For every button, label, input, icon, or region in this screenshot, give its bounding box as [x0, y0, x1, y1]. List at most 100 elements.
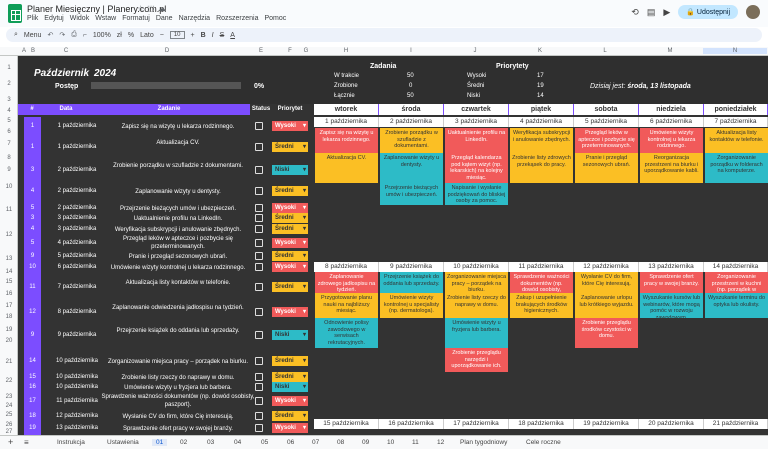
- calendar-task[interactable]: Zaplanowanie zdrowego jadłospisu na tydz…: [315, 272, 378, 293]
- font-size-input[interactable]: 10: [169, 31, 185, 39]
- row-header[interactable]: 3: [0, 97, 18, 103]
- col-header[interactable]: B: [31, 48, 35, 54]
- move-icon[interactable]: ⬚: [147, 4, 158, 13]
- calendar-task[interactable]: Napisanie i wysłanie podziękowań do blis…: [445, 183, 508, 205]
- calendar-task[interactable]: Zaplanowanie wizyty u dentysty.: [380, 153, 443, 183]
- task-text[interactable]: Wysłanie CV do firm, które Cię interesuj…: [98, 413, 258, 421]
- calendar-task[interactable]: Wyszukanie kursów lub webinarów, które m…: [640, 293, 703, 318]
- calendar-task[interactable]: Aktualizacja CV.: [315, 153, 378, 183]
- bold-icon[interactable]: B: [201, 32, 206, 39]
- menu-help[interactable]: Pomoc: [265, 15, 287, 22]
- col-header[interactable]: J: [474, 48, 477, 54]
- all-sheets-icon[interactable]: ≡: [24, 438, 29, 447]
- task-text[interactable]: Przegląd leków w apteczce i pozbycie się…: [98, 235, 258, 251]
- undo-icon[interactable]: ↶: [47, 31, 53, 39]
- task-text[interactable]: Zaplanowanie odwiedzenia jadłospisu na t…: [98, 304, 258, 312]
- calendar-task[interactable]: Zapisz się na wizytę u lekarza rodzinneg…: [315, 128, 378, 153]
- calendar-task[interactable]: Zrobienie porządku w szufladzie z dokume…: [380, 128, 443, 153]
- task-text[interactable]: Sprawdzenie ofert pracy w swojej branży.: [98, 425, 258, 433]
- task-text[interactable]: Aktualizacja listy kontaktów w telefonie…: [98, 279, 258, 287]
- priority-dropdown[interactable]: Niski ▾: [272, 330, 308, 340]
- status-checkbox[interactable]: [255, 166, 263, 174]
- status-checkbox[interactable]: [255, 225, 263, 233]
- task-text[interactable]: Zaplanowanie wizyty u dentysty.: [98, 188, 258, 196]
- status-checkbox[interactable]: [255, 283, 263, 291]
- row-header[interactable]: 2: [0, 81, 18, 87]
- tab-plan-tygodniowy[interactable]: Plan tygodniowy: [460, 439, 507, 446]
- tab-11[interactable]: 11: [412, 439, 419, 446]
- cloud-icon[interactable]: ☁: [158, 4, 169, 13]
- row-header[interactable]: 24: [0, 403, 18, 409]
- calendar-task[interactable]: Sprawdzenie ważności dokumentów (np. dow…: [510, 272, 573, 293]
- priority-dropdown[interactable]: Wysoki ▾: [272, 396, 308, 406]
- row-header[interactable]: 18: [0, 314, 18, 320]
- row-header[interactable]: 25: [0, 412, 18, 418]
- task-text[interactable]: Zorganizowanie miejsca pracy – porządek …: [98, 358, 258, 366]
- status-checkbox[interactable]: [255, 239, 263, 247]
- row-header[interactable]: 13: [0, 256, 18, 262]
- status-checkbox[interactable]: [255, 143, 263, 151]
- task-text[interactable]: Umówienie wizyty u fryzjera lub barbera.: [98, 384, 258, 392]
- menu-format[interactable]: Formatuj: [122, 15, 150, 22]
- row-header[interactable]: 21: [0, 359, 18, 365]
- task-text[interactable]: Przejrzenie książek do oddania lub sprze…: [98, 327, 258, 335]
- priority-dropdown[interactable]: Średni ▾: [272, 186, 308, 196]
- priority-dropdown[interactable]: Średni ▾: [272, 142, 308, 152]
- tab-04[interactable]: 04: [234, 439, 241, 446]
- history-icon[interactable]: ⟲: [631, 7, 639, 18]
- task-text[interactable]: Weryfikacja subskrypcji i anulowanie zbę…: [98, 226, 258, 234]
- row-header[interactable]: 19: [0, 327, 18, 333]
- currency-button[interactable]: zł: [117, 32, 122, 39]
- col-header[interactable]: F: [288, 48, 292, 54]
- row-header[interactable]: 8: [0, 155, 18, 161]
- calendar-task[interactable]: Przegląd kalendarza pod kątem wizyt (np.…: [445, 153, 508, 183]
- tab-ustawienia[interactable]: Ustawienia: [107, 439, 139, 446]
- calendar-task[interactable]: Zorganizowanie miejsca pracy – porządek …: [445, 272, 508, 293]
- task-text[interactable]: Umówienie wizyty kontrolnej u lekarza ro…: [98, 264, 258, 272]
- menu-tools[interactable]: Narzędzia: [179, 15, 211, 22]
- row-header[interactable]: 6: [0, 129, 18, 135]
- menu-file[interactable]: Plik: [27, 15, 38, 22]
- tab-12[interactable]: 12: [437, 439, 444, 446]
- priority-dropdown[interactable]: Wysoki ▾: [272, 307, 308, 317]
- status-checkbox[interactable]: [255, 331, 263, 339]
- row-header[interactable]: 14: [0, 269, 18, 275]
- status-checkbox[interactable]: [255, 308, 263, 316]
- row-header[interactable]: 16: [0, 291, 18, 297]
- col-header[interactable]: E: [259, 48, 263, 54]
- status-checkbox[interactable]: [255, 262, 263, 271]
- calendar-task[interactable]: Umówienie wizyty u fryzjera lub barbera.: [445, 318, 508, 348]
- menu-edit[interactable]: Edytuj: [44, 15, 63, 22]
- priority-dropdown[interactable]: Niski ▾: [272, 382, 308, 392]
- status-checkbox[interactable]: [255, 204, 263, 212]
- menu-data[interactable]: Dane: [156, 15, 173, 22]
- calendar-task[interactable]: Umówienie wizyty kontrolnej u specjalist…: [380, 293, 443, 318]
- priority-dropdown[interactable]: Wysoki ▾: [272, 261, 308, 272]
- priority-dropdown[interactable]: Średni ▾: [272, 213, 308, 223]
- status-checkbox[interactable]: [255, 357, 263, 365]
- calendar-task[interactable]: Zorganizowanie porządku w folderach na k…: [705, 153, 768, 183]
- tab-06[interactable]: 06: [287, 439, 294, 446]
- font-decrease-icon[interactable]: −: [160, 32, 164, 39]
- task-text[interactable]: Uaktualnienie profilu na LinkedIn.: [98, 215, 258, 223]
- status-checkbox[interactable]: [255, 383, 263, 391]
- tab-instrukcja[interactable]: Instrukcja: [57, 439, 85, 446]
- tab-03[interactable]: 03: [207, 439, 214, 446]
- calendar-task[interactable]: Uaktualnienie profilu na LinkedIn.: [445, 128, 508, 153]
- col-header[interactable]: A: [22, 48, 26, 54]
- priority-dropdown[interactable]: Wysoki ▾: [272, 120, 308, 131]
- tab-02[interactable]: 02: [180, 439, 187, 446]
- row-header[interactable]: 15: [0, 279, 18, 285]
- task-text[interactable]: Pranie i przegląd sezonowych ubrań.: [98, 253, 258, 261]
- menu-view[interactable]: Widok: [70, 15, 89, 22]
- zoom-select[interactable]: 100%: [93, 32, 111, 39]
- row-header[interactable]: 26: [0, 422, 18, 428]
- menu-insert[interactable]: Wstaw: [95, 15, 116, 22]
- col-header[interactable]: D: [165, 48, 169, 54]
- calendar-task[interactable]: Aktualizacja listy kontaktów w telefonie…: [705, 128, 768, 153]
- task-text[interactable]: Zrobienie listy rzeczy do naprawy w domu…: [98, 374, 258, 382]
- menu-search[interactable]: Menu: [24, 32, 42, 39]
- row-header[interactable]: 4: [0, 108, 18, 114]
- share-button[interactable]: 🔒 Udostępnij: [678, 5, 738, 19]
- priority-dropdown[interactable]: Średni ▾: [272, 251, 308, 261]
